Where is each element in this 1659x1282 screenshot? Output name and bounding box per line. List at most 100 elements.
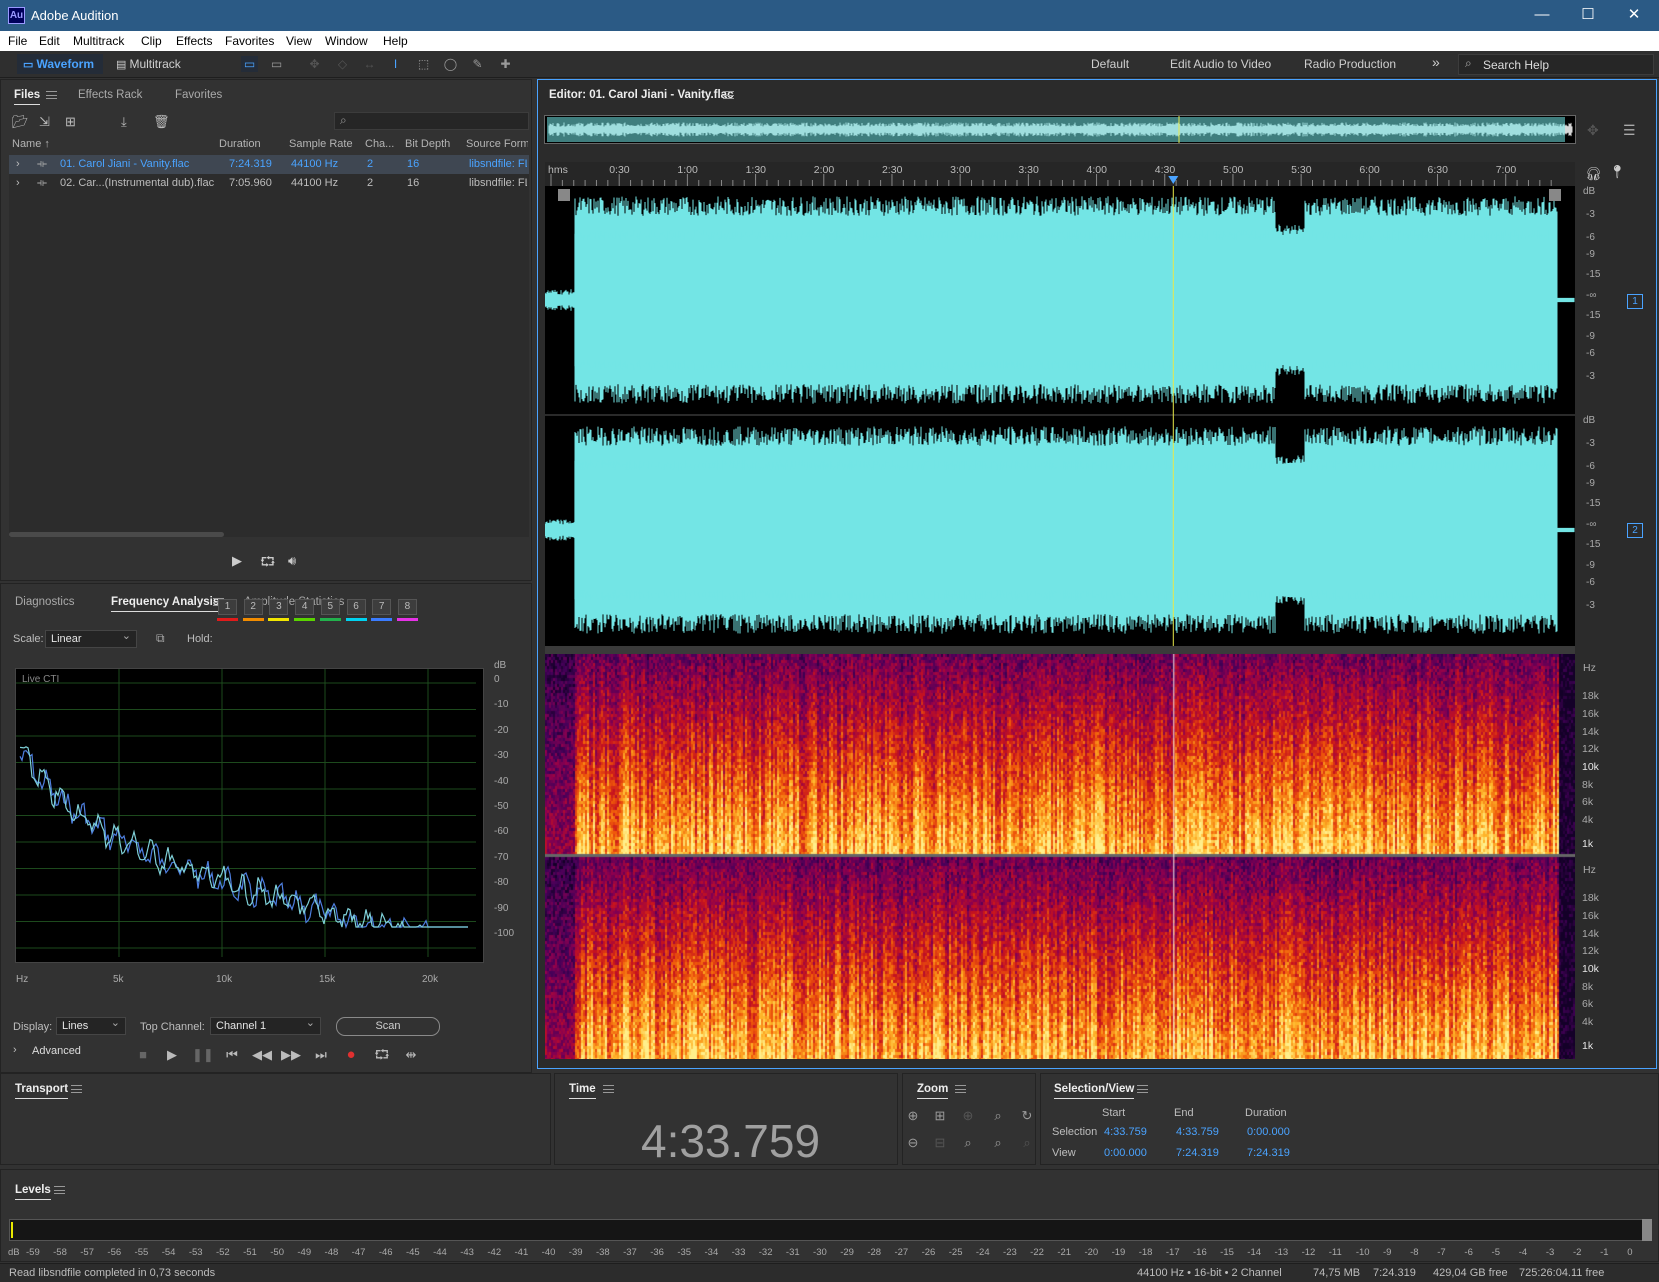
zoom-out-full-icon[interactable]: ⌕ xyxy=(958,1135,978,1153)
column-name[interactable]: Name ↑ xyxy=(12,138,50,150)
panel-menu-icon[interactable] xyxy=(603,1085,614,1093)
view-start[interactable]: 0:00.000 xyxy=(1104,1147,1147,1159)
marquee-tool-icon[interactable]: ⬚ xyxy=(415,56,432,72)
fade-in-handle-icon[interactable] xyxy=(558,189,570,201)
multitrack-view-button[interactable]: ▤ Multitrack xyxy=(110,54,202,74)
table-row[interactable]: › ⟛ 02. Car...(Instrumental dub).flac 7:… xyxy=(9,174,529,193)
zoom-in-point-icon[interactable]: ⊕ xyxy=(958,1108,978,1126)
stop-icon[interactable]: ■ xyxy=(133,1047,153,1063)
search-help-field[interactable]: ⌕ Search Help xyxy=(1458,54,1654,75)
hold-button-7[interactable]: 7 xyxy=(372,599,392,615)
time-selection-tool-icon[interactable]: I xyxy=(387,56,404,72)
play-icon[interactable]: ▶ xyxy=(162,1047,182,1063)
spectral-divider-handle[interactable] xyxy=(545,646,1575,654)
selection-duration[interactable]: 0:00.000 xyxy=(1247,1126,1290,1138)
menu-multitrack[interactable]: Multitrack xyxy=(73,34,124,48)
clip-indicator[interactable] xyxy=(1642,1219,1652,1241)
hold-button-8[interactable]: 8 xyxy=(397,599,417,615)
insert-into-multitrack-icon[interactable]: ⤓ xyxy=(121,114,127,130)
delete-icon[interactable]: 🗑︎ xyxy=(153,114,170,130)
zoom-in-amplitude-icon[interactable]: ⊕ xyxy=(903,1108,923,1126)
fast-forward-icon[interactable]: ▶▶ xyxy=(281,1047,301,1063)
more-workspaces-button[interactable]: » xyxy=(1426,52,1446,72)
menu-view[interactable]: View xyxy=(286,34,312,48)
view-options-icon[interactable]: ☰ xyxy=(1623,122,1636,139)
horizontal-scrollbar[interactable] xyxy=(9,532,224,537)
menu-effects[interactable]: Effects xyxy=(176,34,212,48)
hold-button-4[interactable]: 4 xyxy=(295,599,315,615)
channel-1-badge[interactable]: 1 xyxy=(1627,294,1643,309)
maximize-button[interactable]: ☐ xyxy=(1565,0,1611,31)
open-file-icon[interactable]: 📂︎ xyxy=(12,114,29,130)
zoom-reset-icon[interactable]: ↻ xyxy=(1017,1108,1037,1126)
auto-play-icon[interactable]: 🔊︎ xyxy=(288,553,296,569)
workspace-edit-audio-to-video[interactable]: Edit Audio to Video xyxy=(1164,54,1277,74)
headphones-icon[interactable]: 🎧︎ xyxy=(1585,166,1602,182)
expand-chevron-icon[interactable]: › xyxy=(16,158,20,170)
menu-file[interactable]: File xyxy=(8,34,27,48)
spectral-display-icon[interactable]: ▭ xyxy=(268,56,285,72)
menu-favorites[interactable]: Favorites xyxy=(225,34,274,48)
scan-button[interactable]: Scan xyxy=(336,1017,440,1036)
slip-tool-icon[interactable]: ↔ xyxy=(361,56,378,72)
workspace-radio-production[interactable]: Radio Production xyxy=(1298,54,1402,74)
overview-navigator[interactable] xyxy=(544,115,1576,144)
view-end[interactable]: 7:24.319 xyxy=(1176,1147,1219,1159)
move-tool-icon[interactable]: ✥ xyxy=(306,56,323,72)
fade-out-handle-icon[interactable] xyxy=(1549,189,1561,201)
column-source-format[interactable]: Source Forma xyxy=(466,138,528,150)
files-search-input[interactable]: ⌕ xyxy=(334,112,529,130)
hold-button-5[interactable]: 5 xyxy=(320,599,340,615)
move-to-next-icon[interactable]: ⏭︎ xyxy=(311,1047,331,1063)
table-row[interactable]: › ⟛ 01. Carol Jiani - Vanity.flac 7:24.3… xyxy=(9,155,529,174)
panel-menu-icon[interactable] xyxy=(54,1186,65,1194)
tab-files[interactable]: Files xyxy=(14,89,41,105)
menu-window[interactable]: Window xyxy=(325,34,368,48)
column-bit-depth[interactable]: Bit Depth xyxy=(405,138,450,150)
display-dropdown[interactable]: Lines xyxy=(56,1015,126,1035)
import-file-icon[interactable]: ⇲ xyxy=(39,114,50,130)
minimize-button[interactable]: — xyxy=(1519,0,1565,31)
zoom-out-point-icon[interactable]: ⌕ xyxy=(1017,1135,1037,1153)
hold-button-2[interactable]: 2 xyxy=(243,599,263,615)
razor-tool-icon[interactable]: ◇ xyxy=(334,56,351,72)
channel-2-badge[interactable]: 2 xyxy=(1627,523,1643,538)
waveform-display[interactable] xyxy=(545,186,1575,646)
zoom-in-time-icon[interactable]: ⊞ xyxy=(930,1108,950,1126)
top-channel-dropdown[interactable]: Channel 1 xyxy=(210,1015,321,1035)
menu-edit[interactable]: Edit xyxy=(39,34,60,48)
close-button[interactable]: ✕ xyxy=(1611,0,1657,31)
panel-menu-icon[interactable] xyxy=(1137,1085,1148,1093)
menu-help[interactable]: Help xyxy=(383,34,408,48)
expand-chevron-icon[interactable]: › xyxy=(16,177,20,189)
zoom-to-selection-icon[interactable]: ⌕ xyxy=(988,1108,1008,1126)
new-file-icon[interactable]: ⊞ xyxy=(65,114,76,130)
menu-clip[interactable]: Clip xyxy=(141,34,162,48)
workspace-default[interactable]: Default xyxy=(1085,54,1135,74)
column-duration[interactable]: Duration xyxy=(219,138,261,150)
lasso-tool-icon[interactable]: ◯ xyxy=(442,56,459,72)
editor-menu-icon[interactable] xyxy=(723,91,734,99)
play-preview-icon[interactable]: ▶ xyxy=(232,553,242,569)
tab-favorites[interactable]: Favorites xyxy=(175,89,222,101)
skip-selection-icon[interactable]: ⇹ xyxy=(401,1047,421,1063)
selection-start[interactable]: 4:33.759 xyxy=(1104,1126,1147,1138)
tab-frequency-analysis[interactable]: Frequency Analysis xyxy=(111,596,220,612)
advanced-chevron-icon[interactable]: › xyxy=(13,1044,17,1056)
tab-effects-rack[interactable]: Effects Rack xyxy=(78,89,142,101)
zoom-out-time-icon[interactable]: ⊟ xyxy=(930,1135,950,1153)
column-sample-rate[interactable]: Sample Rate xyxy=(289,138,353,150)
zoom-to-selection-icon[interactable]: ✥ xyxy=(1587,122,1599,139)
tab-diagnostics[interactable]: Diagnostics xyxy=(15,596,74,608)
move-to-previous-icon[interactable]: ⏮︎ xyxy=(222,1047,242,1063)
zoom-out-amplitude-icon[interactable]: ⊖ xyxy=(903,1135,923,1153)
pin-icon[interactable]: 📍︎ xyxy=(1609,164,1626,180)
scale-dropdown[interactable]: Linear xyxy=(45,628,137,648)
waveform-display-icon[interactable]: ▭ xyxy=(241,56,258,72)
loop-playback-icon[interactable]: ⮔ xyxy=(372,1047,392,1063)
panel-menu-icon[interactable] xyxy=(955,1085,966,1093)
panel-menu-icon[interactable] xyxy=(71,1085,82,1093)
time-ruler[interactable]: hms 0:30 1:00 1:30 2:00 2:30 3:00 3:30 4:00 4:30 5… xyxy=(545,162,1575,186)
pause-icon[interactable]: ❚❚ xyxy=(192,1047,214,1063)
brush-tool-icon[interactable]: ✎ xyxy=(469,56,486,72)
